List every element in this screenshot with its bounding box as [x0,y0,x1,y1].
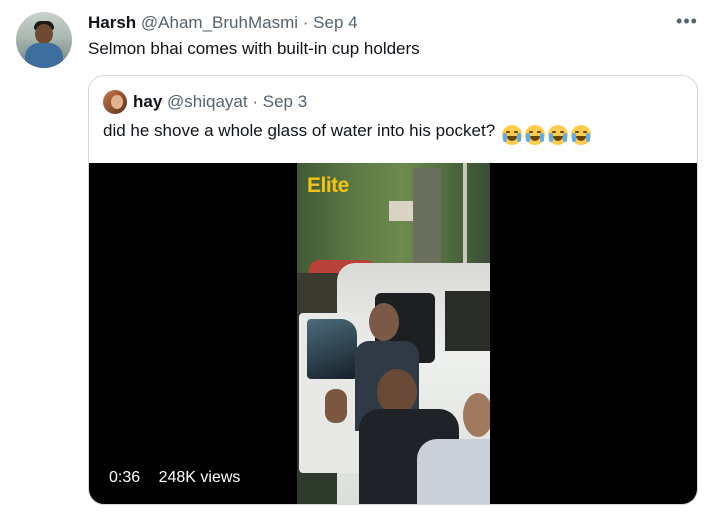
video-player[interactable]: Elite 0:36 248K views [89,163,697,504]
quoted-separator-dot: · [252,92,259,111]
scene-lamp-post [463,163,467,273]
scene-bystander-shirt [417,439,490,504]
scene-rear-window [445,291,490,351]
video-duration: 0:36 [109,469,141,486]
scene-notice-board [389,201,413,221]
quoted-tweet-text-line: did he shove a whole glass of water into… [103,120,594,145]
quoted-tweet-header: hay @shiqayat · Sep 3 [133,91,307,113]
video-frame: Elite [297,163,490,504]
loudly-crying-face-icon [524,124,545,145]
scene-building-column [413,168,441,268]
scene-bystander-head [463,393,490,437]
quoted-tweet-date[interactable]: Sep 3 [263,92,307,111]
scene-door-glass [307,319,357,379]
loudly-crying-face-icon [501,124,522,145]
quoted-avatar[interactable] [103,90,127,114]
tweet-text: Selmon bhai comes with built-in cup hold… [88,39,420,58]
quoted-author-handle[interactable]: @shiqayat [167,92,248,111]
separator-dot: · [302,13,309,32]
emoji-row [501,123,594,145]
face-with-tears-of-joy-icon [547,124,568,145]
quoted-tweet[interactable]: hay @shiqayat · Sep 3 did he shove a who… [88,75,698,505]
avatar-head [35,24,53,44]
video-stats: 0:36 248K views [109,469,254,487]
face-with-tears-of-joy-icon [570,124,591,145]
avatar[interactable] [16,12,72,68]
quoted-tweet-text: did he shove a whole glass of water into… [103,121,496,140]
tweet-header: Harsh @Aham_BruhMasmi · Sep 4 [88,12,358,34]
video-watermark: Elite [307,174,349,197]
tweet-date[interactable]: Sep 4 [313,13,357,32]
scene-man-in-car-head [369,303,399,341]
scene-raised-hand [325,389,347,423]
video-views: 248K views [158,469,241,486]
author-name[interactable]: Harsh [88,13,136,32]
more-options-icon[interactable]: ••• [670,8,704,38]
quoted-avatar-face [111,95,123,109]
tweet[interactable]: Harsh @Aham_BruhMasmi · Sep 4 ••• Selmon… [0,0,720,513]
avatar-body [25,43,63,68]
author-handle[interactable]: @Aham_BruhMasmi [141,13,298,32]
quoted-author-name[interactable]: hay [133,92,162,111]
